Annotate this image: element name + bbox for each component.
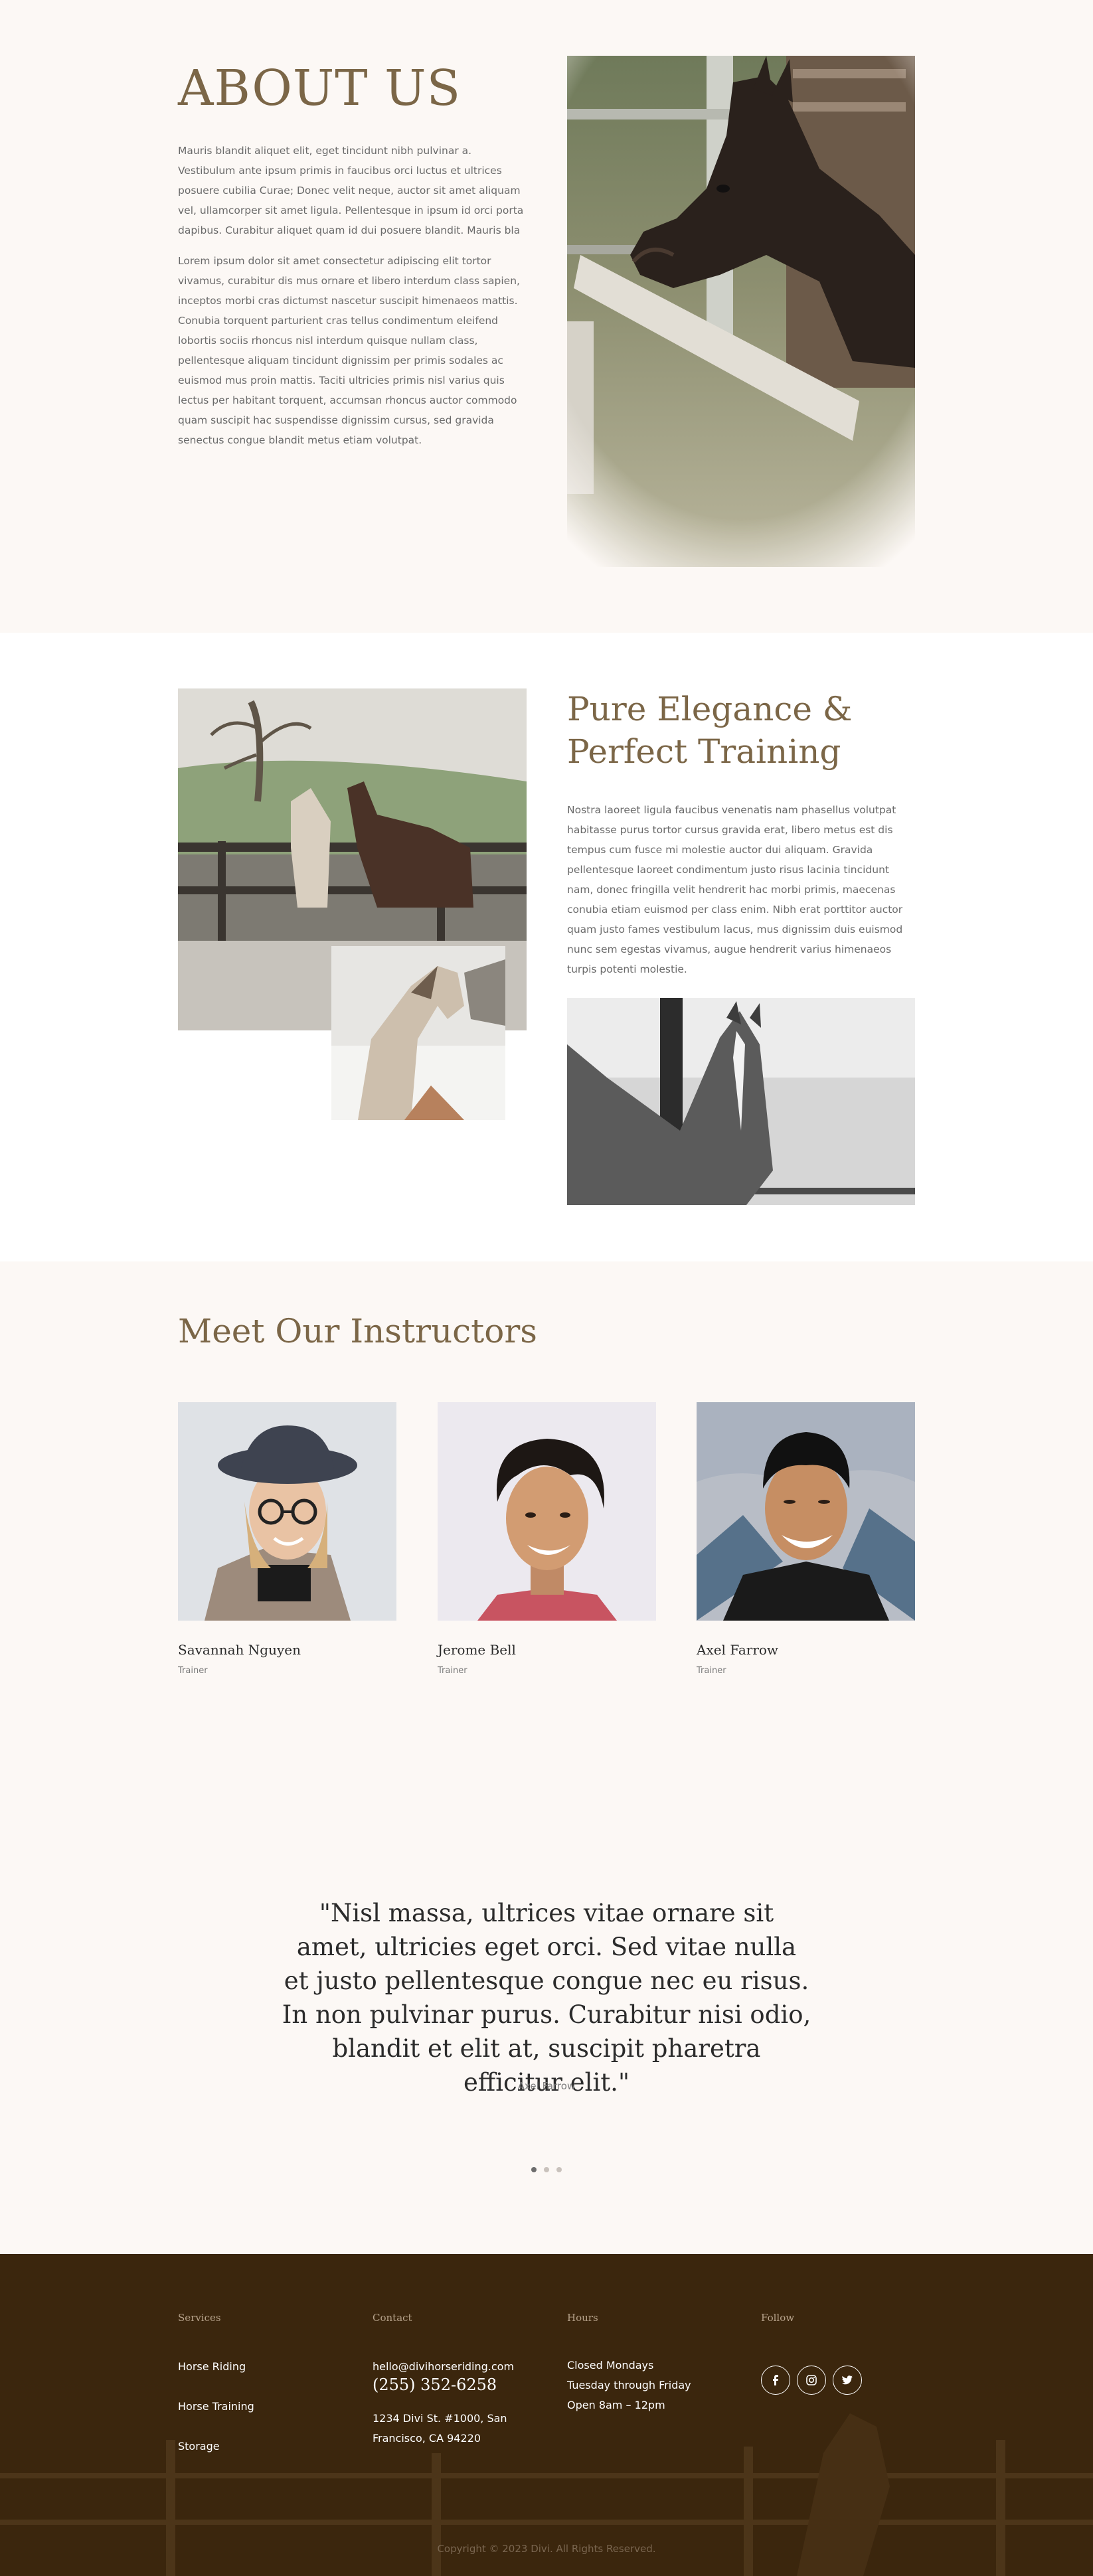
footer-link-horse-riding[interactable]: Horse Riding (178, 2360, 254, 2373)
testimonial-quote: "Nisl massa, ultrices vitae ornare sit a… (282, 1899, 811, 2097)
footer-hours-line: Tuesday through Friday (567, 2379, 691, 2391)
footer (0, 2254, 1093, 2576)
instructor-name: Axel Farrow (697, 1642, 779, 1658)
slider-dot[interactable] (531, 2167, 537, 2172)
instructor-card: Axel Farrow Trainer (697, 1402, 915, 1676)
footer-email-link[interactable]: hello@divihorseriding.com (373, 2360, 514, 2373)
copyright: Copyright © 2023 Divi. All Rights Reserv… (437, 2543, 656, 2555)
instructor-role: Trainer (697, 1666, 726, 1676)
slider-dot[interactable] (556, 2167, 562, 2172)
instructor-card: Jerome Bell Trainer (438, 1402, 656, 1676)
footer-hours: Hours Closed Mondays Tuesday through Fri… (567, 2312, 691, 2415)
footer-contact: Contact hello@divihorseriding.com (255) … (373, 2312, 514, 2449)
about-title: ABOUT US (178, 60, 462, 117)
about-section (0, 0, 1093, 633)
elegance-title: Pure Elegance & Perfect Training (567, 690, 853, 771)
elegance-section (0, 633, 1093, 1261)
instructor-photo (697, 1402, 915, 1621)
instructor-name: Jerome Bell (438, 1642, 516, 1658)
facebook-icon[interactable] (761, 2366, 790, 2395)
slider-dots (531, 2167, 562, 2172)
testimonial-author: Axel Farrow (517, 2080, 576, 2092)
twitter-icon[interactable] (833, 2366, 862, 2395)
footer-follow: Follow (761, 2312, 862, 2395)
footer-address-line: Francisco, CA 94220 (373, 2432, 481, 2445)
instructor-name: Savannah Nguyen (178, 1642, 301, 1658)
grey-horse-image (567, 998, 915, 1205)
about-paragraph-2: Lorem ipsum dolor sit amet consectetur a… (178, 255, 520, 446)
footer-link-storage[interactable]: Storage (178, 2440, 254, 2453)
footer-phone: (255) 352-6258 (373, 2375, 497, 2394)
instructor-role: Trainer (178, 1666, 208, 1676)
instagram-icon[interactable] (797, 2366, 826, 2395)
social-links (761, 2366, 862, 2395)
footer-services: Services Horse Riding Horse Training Sto… (178, 2312, 254, 2453)
footer-hours-line: Open 8am – 12pm (567, 2399, 665, 2411)
white-horse-snow-image (331, 946, 505, 1120)
instructor-card: Savannah Nguyen Trainer (178, 1402, 396, 1676)
footer-link-horse-training[interactable]: Horse Training (178, 2400, 254, 2413)
elegance-text: Nostra laoreet ligula faucibus venenatis… (567, 804, 903, 975)
instructor-photo (178, 1402, 396, 1621)
instructor-role: Trainer (438, 1666, 467, 1676)
hero-horse-image (567, 56, 915, 567)
footer-services-heading: Services (178, 2312, 221, 2324)
slider-dot[interactable] (544, 2167, 549, 2172)
footer-follow-heading: Follow (761, 2312, 795, 2324)
footer-hours-heading: Hours (567, 2312, 598, 2324)
footer-address-line: 1234 Divi St. #1000, San (373, 2412, 507, 2425)
instructor-photo (438, 1402, 656, 1621)
footer-hours-line: Closed Mondays (567, 2359, 654, 2372)
footer-contact-heading: Contact (373, 2312, 412, 2324)
instructors-title: Meet Our Instructors (178, 1312, 537, 1350)
about-paragraph-1: Mauris blandit aliquet elit, eget tincid… (178, 145, 524, 236)
